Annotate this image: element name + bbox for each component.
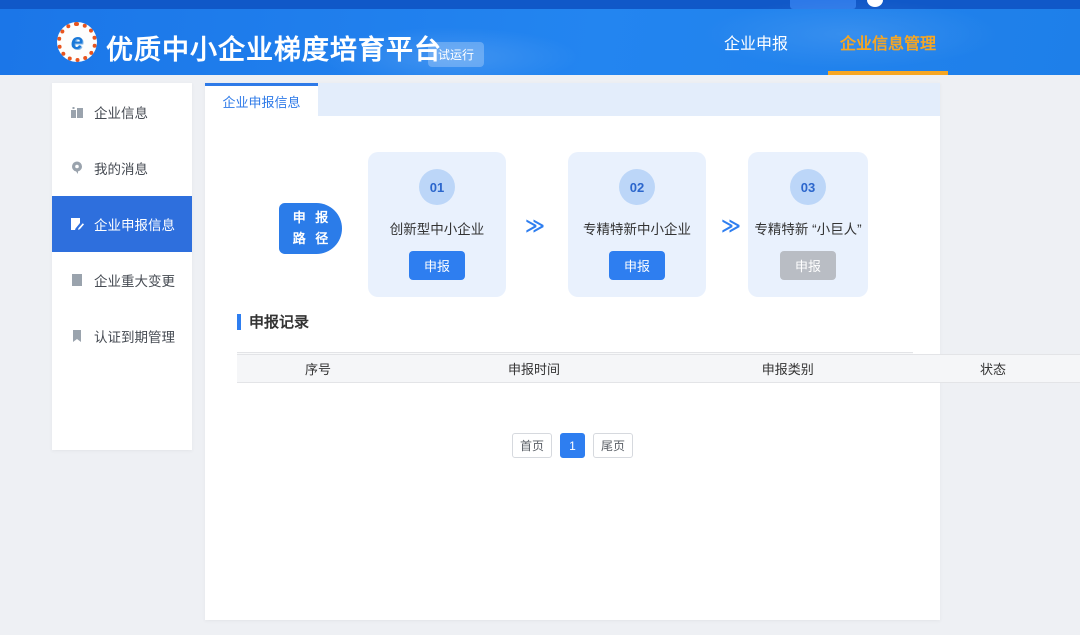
document-icon: [69, 272, 85, 288]
nav-item-enterprise-declare[interactable]: 企业申报: [720, 9, 792, 75]
declaration-path-label: 申 报 路 径: [279, 203, 342, 254]
col-header-index: 序号: [237, 359, 399, 378]
col-header-status: 状态: [907, 359, 1080, 378]
page-title: 优质中小企业梯度培育平台: [106, 28, 442, 67]
sidebar-item-label: 我的消息: [94, 158, 148, 178]
first-page-button[interactable]: 首页: [512, 433, 552, 458]
sidebar-item-label: 企业申报信息: [94, 214, 175, 234]
building-icon: [69, 104, 85, 120]
sidebar-item-declaration-info[interactable]: 企业申报信息: [52, 196, 192, 252]
step-card-little-giant: 03 专精特新 “小巨人” 申报: [748, 152, 868, 297]
apply-button-step2[interactable]: 申报: [609, 251, 665, 280]
sidebar-item-certification-expiry[interactable]: 认证到期管理: [52, 308, 192, 364]
sidebar: 企业信息 我的消息 企业申报信息 企业重大变更 认证到期管理: [52, 83, 192, 450]
records-title-text: 申报记录: [249, 311, 309, 332]
step-card-innovative-sme: 01 创新型中小企业 申报: [368, 152, 506, 297]
chevron-right-icon: ≫: [525, 215, 545, 238]
tab-strip: 企业申报信息: [205, 83, 940, 116]
platform-logo-icon: e: [57, 22, 97, 62]
path-label-line1: 申 报: [290, 208, 332, 228]
header-nav: 企业申报 企业信息管理: [720, 9, 940, 75]
trial-run-badge: 试运行: [428, 42, 484, 67]
step-title: 专精特新中小企业: [583, 218, 691, 238]
sidebar-item-my-messages[interactable]: 我的消息: [52, 140, 192, 196]
document-edit-icon: [69, 216, 85, 232]
apply-button-step3-disabled[interactable]: 申报: [780, 251, 836, 280]
message-pin-icon: [69, 160, 85, 176]
path-label-line2: 路 径: [290, 229, 332, 249]
sidebar-item-company-info[interactable]: 企业信息: [52, 84, 192, 140]
page-1-button[interactable]: 1: [560, 433, 585, 458]
records-section-title: 申报记录: [237, 311, 309, 332]
step-number-badge: 03: [790, 169, 826, 205]
sidebar-item-label: 企业重大变更: [94, 270, 175, 290]
step-number-badge: 02: [619, 169, 655, 205]
nav-item-enterprise-info-mgmt[interactable]: 企业信息管理: [836, 9, 940, 75]
step-title: 专精特新 “小巨人”: [754, 218, 861, 238]
step-number-badge: 01: [419, 169, 455, 205]
col-header-category: 申报类别: [669, 359, 907, 378]
tab-declaration-info[interactable]: 企业申报信息: [205, 83, 318, 116]
chevron-right-icon: ≫: [721, 215, 741, 238]
step-title: 创新型中小企业: [390, 218, 485, 238]
app-header: e 优质中小企业梯度培育平台 试运行 企业申报 企业信息管理: [0, 9, 1080, 75]
sidebar-item-label: 企业信息: [94, 102, 148, 122]
table-header-row: 序号 申报时间 申报类别 状态 操作: [237, 354, 1080, 383]
sidebar-item-label: 认证到期管理: [94, 326, 175, 346]
title-accent-bar: [237, 314, 241, 330]
step-card-specialized-sme: 02 专精特新中小企业 申报: [568, 152, 706, 297]
sidebar-item-major-changes[interactable]: 企业重大变更: [52, 252, 192, 308]
bookmark-icon: [69, 328, 85, 344]
apply-button-step1[interactable]: 申报: [409, 251, 465, 280]
records-table: 序号 申报时间 申报类别 状态 操作 1 2022-10-20 10:10:23…: [237, 345, 913, 383]
pagination: 首页 1 尾页: [205, 433, 940, 458]
last-page-button[interactable]: 尾页: [593, 433, 633, 458]
logo-letter: e: [71, 31, 83, 53]
main-panel: 企业申报信息 申 报 路 径 01 创新型中小企业 申报 ≫ 02 专精特新中小…: [205, 83, 940, 620]
col-header-time: 申报时间: [399, 359, 669, 378]
